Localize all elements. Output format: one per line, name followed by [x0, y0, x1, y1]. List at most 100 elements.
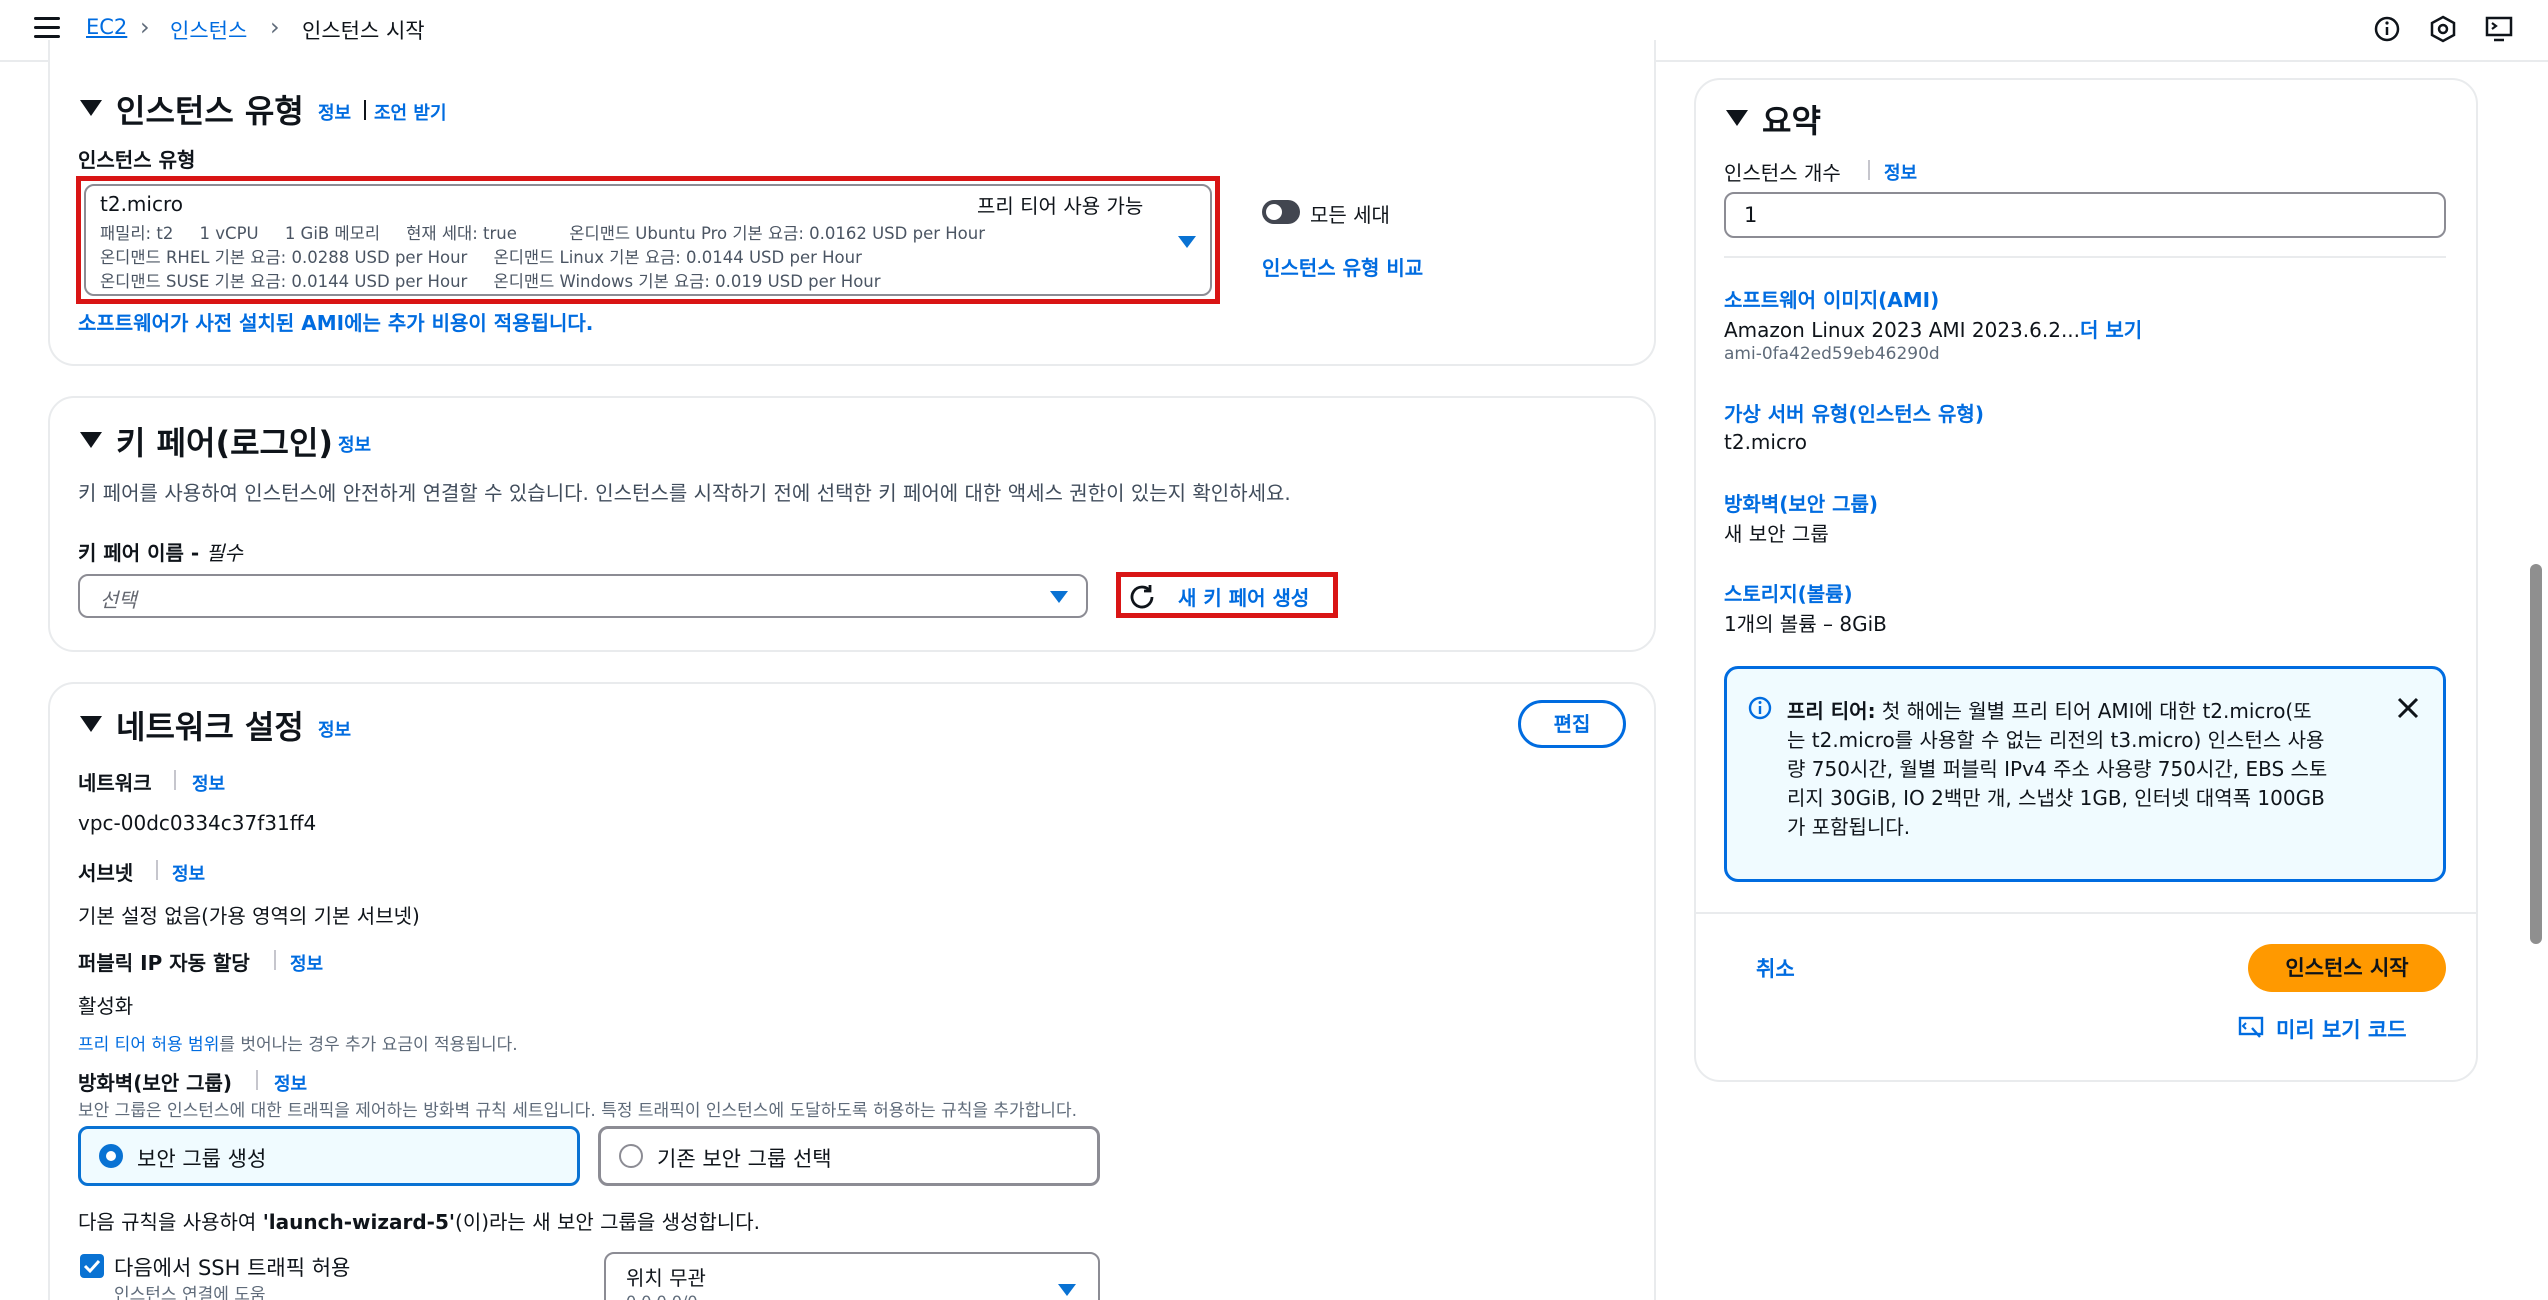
- new-security-group-note: 다음 규칙을 사용하여 'launch-wizard-5'(이)라는 새 보안 …: [78, 1206, 760, 1235]
- instance-count-label: 인스턴스 개수: [1724, 161, 1841, 185]
- network-info-link[interactable]: 정보: [318, 716, 351, 742]
- free-tier-badge: 프리 티어 사용 가능: [977, 194, 1144, 218]
- free-tier-alert-text: 프리 티어: 첫 해에는 월별 프리 티어 AMI에 대한 t2.micro(또…: [1787, 697, 2377, 842]
- public-ip-label: 퍼블릭 IP 자동 할당: [78, 951, 250, 975]
- dropdown-arrow-icon: [1058, 1284, 1076, 1296]
- dropdown-arrow-icon: [1050, 591, 1068, 603]
- ami-id: ami-0fa42ed59eb46290d: [1724, 344, 1940, 364]
- ami-summary-value: Amazon Linux 2023 AMI 2023.6.2...더 보기: [1724, 314, 2142, 343]
- subnet-info[interactable]: 정보: [172, 860, 205, 886]
- code-preview-icon: [2238, 1016, 2264, 1038]
- create-key-pair-button[interactable]: 새 키 페어 생성: [1124, 578, 1332, 614]
- free-tier-line-2: 는 t2.micro를 사용할 수 없는 리전의 t3.micro) 인스턴스 …: [1787, 728, 2325, 752]
- ssh-label: 다음에서 SSH 트래픽 허용: [114, 1256, 351, 1280]
- create-security-group-option[interactable]: 보안 그룹 생성: [78, 1126, 580, 1186]
- divider: [174, 770, 176, 790]
- radio-selected[interactable]: [99, 1144, 123, 1168]
- ssh-sublabel: 인스턴스 연결에 도움: [114, 1285, 266, 1300]
- radio-unselected[interactable]: [619, 1144, 643, 1168]
- create-security-group-label: 보안 그룹 생성: [137, 1147, 267, 1171]
- info-icon[interactable]: [2372, 14, 2402, 44]
- settings-icon[interactable]: [2428, 14, 2458, 44]
- instance-type-details-2: 온디맨드 RHEL 기본 요금: 0.0288 USD per Hour 온디맨…: [100, 248, 862, 267]
- refresh-icon[interactable]: [1128, 582, 1156, 610]
- instance-count-info[interactable]: 정보: [1884, 159, 1917, 185]
- instance-type-details-1: 패밀리: t2 1 vCPU 1 GiB 메모리 현재 세대: true 온디맨…: [100, 224, 986, 243]
- free-tier-alert: 프리 티어: 첫 해에는 월별 프리 티어 AMI에 대한 t2.micro(또…: [1724, 666, 2446, 882]
- free-tier-range-note: 프리 티어 허용 범위를 벗어나는 경우 추가 요금이 적용됩니다.: [78, 1030, 518, 1055]
- instance-type-details-3: 온디맨드 SUSE 기본 요금: 0.0144 USD per Hour 온디맨…: [100, 272, 881, 291]
- firewall-summary-link[interactable]: 방화벽(보안 그룹): [1724, 488, 1878, 517]
- rule-suffix: (이)라는 새 보안 그룹을 생성합니다.: [455, 1210, 761, 1234]
- instance-type-info-link[interactable]: 정보: [318, 99, 351, 125]
- divider: [1724, 256, 2446, 258]
- firewall-info[interactable]: 정보: [274, 1070, 307, 1096]
- free-tier-line-4: 리지 30GiB, IO 2백만 개, 스냅샷 1GB, 인터넷 대역폭 100…: [1787, 786, 2325, 810]
- cloudshell-icon[interactable]: [2484, 14, 2514, 44]
- key-pair-title: 키 페어(로그인): [116, 424, 334, 462]
- ssh-checkbox[interactable]: [80, 1254, 104, 1278]
- ami-cost-note[interactable]: 소프트웨어가 사전 설치된 AMI에는 추가 비용이 적용됩니다.: [78, 307, 593, 336]
- required-tag: 필수: [206, 541, 243, 565]
- public-ip-info[interactable]: 정보: [290, 950, 323, 976]
- launch-instance-button[interactable]: 인스턴스 시작: [2248, 944, 2446, 992]
- key-pair-info-link[interactable]: 정보: [338, 431, 371, 457]
- collapse-caret-icon[interactable]: [80, 716, 102, 732]
- storage-summary-link[interactable]: 스토리지(볼륨): [1724, 578, 1853, 607]
- network-field-info[interactable]: 정보: [192, 770, 225, 796]
- dropdown-arrow-icon: [1178, 236, 1196, 248]
- key-pair-label-text: 키 페어 이름 -: [78, 541, 207, 565]
- divider: [1694, 912, 2478, 914]
- ami-more-link[interactable]: 더 보기: [2080, 318, 2142, 342]
- collapse-caret-icon[interactable]: [80, 100, 102, 116]
- storage-summary-value: 1개의 볼륨 – 8GiB: [1724, 612, 1887, 636]
- ssh-source-value: 위치 무관: [626, 1266, 706, 1290]
- chevron-right-icon: ›: [140, 13, 150, 41]
- rule-prefix: 다음 규칙을 사용하여: [78, 1210, 263, 1234]
- key-pair-select[interactable]: 선택: [78, 574, 1088, 618]
- collapse-caret-icon[interactable]: [1726, 110, 1748, 126]
- server-type-link[interactable]: 가상 서버 유형(인스턴스 유형): [1724, 398, 1984, 427]
- advice-link[interactable]: 조언 받기: [374, 99, 447, 125]
- free-tier-range-link[interactable]: 프리 티어 허용 범위: [78, 1035, 219, 1055]
- divider: [1868, 160, 1870, 180]
- scrollbar-thumb[interactable]: [2530, 564, 2542, 944]
- server-type-value: t2.micro: [1724, 430, 1807, 454]
- all-generations-label: 모든 세대: [1310, 203, 1390, 227]
- cancel-button[interactable]: 취소: [1756, 953, 1795, 983]
- create-key-pair-label[interactable]: 새 키 페어 생성: [1178, 582, 1309, 611]
- scrollbar[interactable]: [2524, 62, 2548, 1300]
- all-generations-toggle[interactable]: [1262, 200, 1300, 224]
- subnet-label: 서브넷: [78, 861, 134, 885]
- divider: [274, 950, 276, 970]
- free-tier-line-3: 량 750시간, 월별 퍼블릭 IPv4 주소 사용량 750시간, EBS 스…: [1787, 757, 2328, 781]
- collapse-caret-icon[interactable]: [80, 432, 102, 448]
- firewall-description: 보안 그룹은 인스턴스에 대한 트래픽을 제어하는 방화벽 규칙 세트입니다. …: [78, 1101, 1077, 1121]
- ami-summary-link[interactable]: 소프트웨어 이미지(AMI): [1724, 284, 1939, 313]
- menu-icon[interactable]: [34, 17, 60, 41]
- rule-name: 'launch-wizard-5': [262, 1210, 456, 1234]
- summary-title: 요약: [1762, 102, 1821, 140]
- key-pair-field-label: 키 페어 이름 - 필수: [78, 537, 243, 566]
- ssh-source-select[interactable]: 위치 무관 0.0.0.0/0: [604, 1252, 1100, 1300]
- instance-count-value: 1: [1744, 203, 1758, 227]
- free-tier-line-5: 가 포함됩니다.: [1787, 815, 1911, 839]
- edit-network-button[interactable]: 편집: [1518, 700, 1626, 748]
- firewall-label: 방화벽(보안 그룹): [78, 1071, 233, 1095]
- compare-instance-types-link[interactable]: 인스턴스 유형 비교: [1262, 252, 1423, 281]
- preview-code-button[interactable]: 미리 보기 코드: [2238, 1012, 2458, 1044]
- public-ip-value: 활성화: [78, 994, 134, 1018]
- info-icon: [1748, 696, 1772, 720]
- existing-security-group-label: 기존 보안 그룹 선택: [657, 1147, 832, 1171]
- subnet-value: 기본 설정 없음(가용 영역의 기본 서브넷): [78, 904, 420, 928]
- preview-code-label[interactable]: 미리 보기 코드: [2276, 1014, 2407, 1044]
- close-icon[interactable]: [2395, 695, 2421, 721]
- instance-count-input[interactable]: 1: [1724, 192, 2446, 238]
- divider: [156, 860, 158, 880]
- instance-type-select[interactable]: t2.micro 프리 티어 사용 가능 패밀리: t2 1 vCPU 1 Gi…: [84, 184, 1212, 296]
- key-pair-description: 키 페어를 사용하여 인스턴스에 안전하게 연결할 수 있습니다. 인스턴스를 …: [78, 481, 1291, 505]
- breadcrumb-ec2[interactable]: EC2: [86, 15, 127, 39]
- divider: [364, 100, 366, 120]
- chevron-right-icon: ›: [270, 13, 280, 41]
- existing-security-group-option[interactable]: 기존 보안 그룹 선택: [598, 1126, 1100, 1186]
